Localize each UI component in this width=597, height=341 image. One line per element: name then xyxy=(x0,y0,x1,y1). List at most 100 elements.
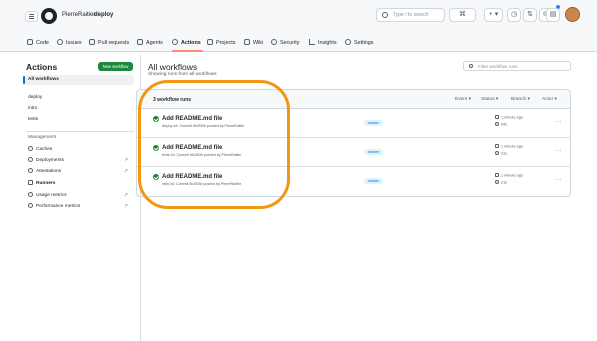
calendar-icon xyxy=(495,144,499,148)
event-filter-dropdown[interactable]: Event ▾ xyxy=(455,97,471,102)
workflow-run-row[interactable]: Add README.md file deploy #4: Commit 6b2… xyxy=(137,109,570,138)
calendar-icon xyxy=(495,173,499,177)
tab-projects-label: Projects xyxy=(216,40,236,46)
pull-requests-button[interactable]: ⇅ xyxy=(523,8,537,22)
sidebar-item-deployments-label: Deployments xyxy=(36,158,64,163)
actor-filter-dropdown[interactable]: Actor ▾ xyxy=(542,97,557,102)
success-check-icon xyxy=(153,116,159,122)
search-input[interactable]: Type / to search xyxy=(376,8,445,22)
run-duration-label: 21s xyxy=(501,180,508,185)
branch-badge[interactable]: master xyxy=(364,149,383,155)
tab-settings-label: Settings xyxy=(354,40,374,46)
run-meta: tests #4: Commit 6b2f53b pushed by Pierr… xyxy=(162,153,242,157)
sidebar-title: Actions xyxy=(26,62,58,72)
issues-icon: ◷ xyxy=(510,11,518,18)
filter-workflow-runs-input[interactable]: Filter workflow runs xyxy=(463,61,571,71)
issues-button[interactable]: ◷ xyxy=(507,8,521,22)
tab-agents[interactable]: Agents xyxy=(137,39,163,46)
new-workflow-button[interactable]: New workflow xyxy=(98,62,133,71)
status-filter-dropdown[interactable]: Status ▾ xyxy=(481,97,498,102)
sidebar-divider xyxy=(26,131,134,132)
run-title[interactable]: Add README.md file xyxy=(162,174,222,180)
run-time-label: 1 minute ago xyxy=(501,173,523,178)
tab-settings[interactable]: Settings xyxy=(345,39,373,46)
stopwatch-icon xyxy=(495,180,499,184)
tab-insights-label: Insights xyxy=(318,40,337,46)
workflow-run-row[interactable]: Add README.md file intro #4: Commit 6b2f… xyxy=(137,167,570,196)
sidebar-section-management: Management xyxy=(28,135,56,140)
run-duration: 21s xyxy=(495,180,507,185)
breadcrumb-repo[interactable]: deploy xyxy=(94,12,113,18)
pull-request-icon xyxy=(89,39,95,45)
sidebar-item-workflow-tests[interactable]: tests xyxy=(28,117,38,122)
tab-actions[interactable]: Actions xyxy=(172,39,201,46)
external-link-icon: ↗ xyxy=(124,157,128,162)
tab-security-label: Security xyxy=(280,40,300,46)
tab-wiki[interactable]: Wiki xyxy=(244,39,263,46)
copilot-icon: ⌘ xyxy=(459,11,466,18)
tab-security[interactable]: Security xyxy=(271,39,299,46)
breadcrumb-owner[interactable]: PierreRaitier xyxy=(62,12,95,18)
sidebar-item-attestations-label: Attestations xyxy=(36,169,62,174)
tab-issues[interactable]: Issues xyxy=(57,39,82,46)
run-time: 1 minute ago xyxy=(495,115,523,120)
sidebar-item-usage-metrics-label: Usage metrics xyxy=(36,193,67,198)
run-options-kebab-icon[interactable]: ··· xyxy=(555,148,562,154)
run-duration-label: 31s xyxy=(501,151,508,156)
sidebar-item-caches-label: Caches xyxy=(36,147,53,152)
run-title[interactable]: Add README.md file xyxy=(162,116,222,122)
tab-projects[interactable]: Projects xyxy=(207,39,235,46)
run-duration-label: 54s xyxy=(501,122,508,127)
run-options-kebab-icon[interactable]: ··· xyxy=(555,119,562,125)
sidebar-item-usage-metrics[interactable]: Usage metrics xyxy=(28,192,67,198)
run-time: 1 minute ago xyxy=(495,144,523,149)
stopwatch-icon xyxy=(495,151,499,155)
branch-filter-dropdown[interactable]: Branch ▾ xyxy=(511,97,530,102)
sidebar-item-workflow-deploy[interactable]: deploy xyxy=(28,95,42,100)
tab-insights[interactable]: Insights xyxy=(309,39,337,46)
table-icon xyxy=(207,39,213,45)
run-duration: 31s xyxy=(495,151,507,156)
sidebar-item-runners-label: Runners xyxy=(36,181,56,186)
sidebar-item-workflow-intro[interactable]: intro xyxy=(28,106,37,111)
verified-icon xyxy=(28,168,33,173)
tab-issues-label: Issues xyxy=(66,40,82,46)
workflow-run-row[interactable]: Add README.md file tests #4: Commit 6b2f… xyxy=(137,138,570,167)
page-subtitle: Showing runs from all workflows xyxy=(148,72,217,77)
tab-code[interactable]: Code xyxy=(27,39,49,46)
sidebar-item-attestations[interactable]: Attestations xyxy=(28,168,61,174)
tab-pull-requests[interactable]: Pull requests xyxy=(89,39,129,46)
page-title: All workflows xyxy=(148,62,198,72)
sidebar-item-caches[interactable]: Caches xyxy=(28,146,52,152)
repo-nav: Code Issues Pull requests Agents Actions… xyxy=(0,37,597,52)
graph-icon xyxy=(28,192,33,197)
header-top-row: PierreRaitier / deploy Type / to search … xyxy=(0,0,597,34)
external-link-icon: ↗ xyxy=(124,168,128,173)
menu-icon[interactable] xyxy=(25,11,38,22)
copilot-button[interactable]: ⌘ xyxy=(449,8,476,22)
issue-icon xyxy=(57,39,63,45)
plus-icon: + ▾ xyxy=(488,11,499,18)
branch-badge[interactable]: master xyxy=(364,120,383,126)
user-avatar[interactable] xyxy=(565,7,580,22)
sidebar-item-all-workflows-label: All workflows xyxy=(28,77,59,82)
gear-icon xyxy=(345,39,351,45)
server-icon xyxy=(28,180,33,185)
branch-badge[interactable]: master xyxy=(364,178,383,184)
pulse-icon xyxy=(28,203,33,208)
agent-icon xyxy=(137,39,143,45)
play-icon xyxy=(172,39,178,45)
sidebar-item-runners[interactable]: Runners xyxy=(28,180,55,186)
sidebar-item-performance-metrics[interactable]: Performance metrics xyxy=(28,203,80,209)
search-placeholder: Type / to search xyxy=(393,12,429,18)
run-meta: intro #4: Commit 6b2f53b pushed by Pierr… xyxy=(162,182,241,186)
book-icon xyxy=(244,39,250,45)
notifications-button[interactable]: ▤ xyxy=(546,8,560,22)
github-logo-icon[interactable] xyxy=(41,8,57,24)
create-new-button[interactable]: + ▾ xyxy=(484,8,503,22)
run-meta: deploy #4: Commit 6b2f53b pushed by Pier… xyxy=(162,124,245,128)
run-title[interactable]: Add README.md file xyxy=(162,145,222,151)
sidebar-item-deployments[interactable]: Deployments xyxy=(28,157,64,163)
run-options-kebab-icon[interactable]: ··· xyxy=(555,177,562,183)
runs-count: 3 workflow runs xyxy=(153,97,192,103)
